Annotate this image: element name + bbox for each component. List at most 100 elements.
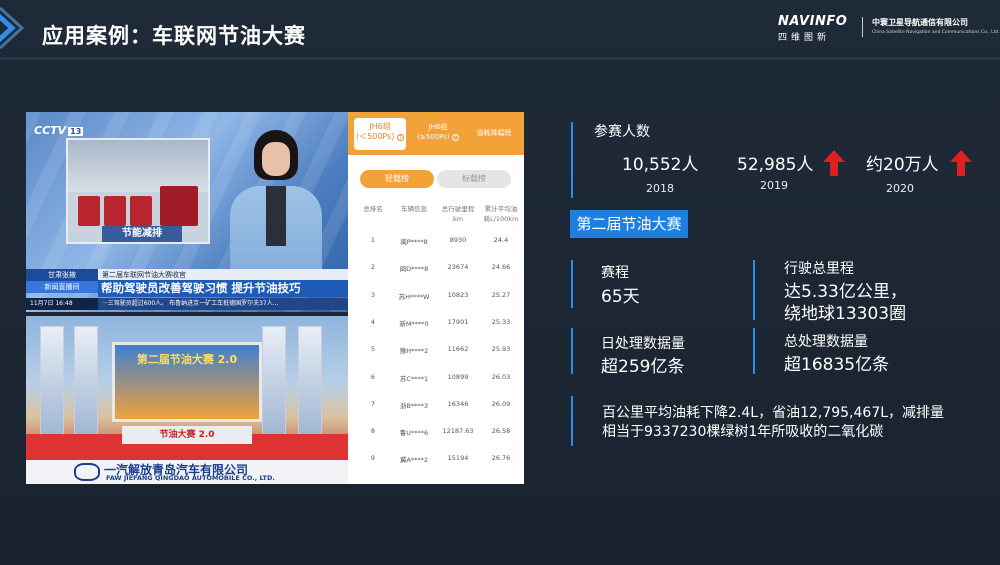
table-row: 5 豫H****2 11662 25.93 [348, 345, 524, 372]
truck-icon [130, 196, 152, 226]
duration-value: 65天 [601, 287, 640, 307]
stage-pillar [40, 326, 64, 436]
table-cell: 25.27 [491, 290, 511, 299]
company-en: China Satellite Navigation and Communica… [872, 30, 1000, 35]
logo-text: NAVINFO [778, 14, 848, 29]
table-cell: 17901 [447, 317, 469, 326]
participants-2020: 约20万人 [866, 155, 939, 175]
year-2018: 2018 [646, 182, 674, 195]
second-contest-badge: 第二届节油大赛 [570, 210, 688, 238]
board-tabs: JH6组 (＜500Ps) ? JH6组 (≥500Ps) ? 油耗降幅榜 [348, 112, 524, 155]
col-mileage: 总行驶里程 km [441, 205, 475, 223]
event-stage-image: 第二届节油大赛 2.0 节油大赛 2.0 一汽解放青岛汽车有限公司 FAW JI… [26, 316, 348, 484]
table-cell: 3 [370, 290, 376, 299]
ticker-date: 11月7日 16:48 [26, 298, 98, 310]
inset-caption: 节能减排 [102, 226, 182, 242]
year-2020: 2020 [886, 182, 914, 195]
truck-icon [104, 196, 126, 226]
table-row: 2 闽D****8 23674 24.66 [348, 263, 524, 290]
stage-pillar [298, 326, 322, 436]
col-fuel: 累计平均油 耗L/100km [483, 205, 519, 223]
table-cell: 9 [370, 454, 376, 463]
help-icon: ? [396, 134, 404, 141]
page-title: 应用案例：车联网节油大赛 [42, 24, 306, 48]
table-row: 4 新M****0 17901 25.33 [348, 318, 524, 345]
table-cell: 25.33 [491, 317, 511, 326]
table-cell: 26.03 [491, 372, 511, 381]
table-cell: 苏H****W [398, 292, 430, 301]
segment-light-load[interactable]: 轻载榜 [360, 170, 434, 188]
accent-bar [753, 328, 755, 374]
table-cell: 11662 [447, 345, 469, 354]
table-cell: 10899 [447, 372, 469, 381]
table-cell: 闽P****8 [400, 238, 428, 246]
table-cell: 10823 [447, 290, 469, 299]
tab-jh6-large[interactable]: JH6组 (≥500Ps) ? [412, 118, 464, 150]
tv-news-image: CCTV 13 节能减排 甘肃张掖 新闻直播间 第二届车联网节油大赛收官 帮助驾驶… [26, 112, 348, 312]
inset-truck-photo: 节能减排 [66, 138, 210, 244]
table-cell: 4 [370, 317, 376, 326]
table-row: 1 闽P****8 8930 24.4 [348, 236, 524, 263]
header-divider [0, 58, 1000, 59]
faw-emblem-icon [74, 463, 100, 481]
company-cn: 中寰卫星导航通信有限公司 [872, 18, 968, 27]
table-cell: 8930 [449, 236, 467, 244]
daily-data-value: 超259亿条 [601, 357, 685, 377]
table-row: 8 鲁U****6 12187.63 26.58 [348, 427, 524, 454]
ticker-scroll: ···三驾驶员超过600人。 布鲁纳进京一矿工车抵德国罗尔夫37人... [98, 298, 348, 310]
table-cell: 15194 [447, 454, 469, 463]
table-cell: 25.93 [491, 345, 511, 354]
mileage-equiv: 绕地球13303圈 [784, 304, 907, 324]
table-cell: 浙B****3 [399, 401, 429, 410]
table-cell: 7 [370, 399, 376, 408]
ticker-program: 新闻直播间 [26, 281, 98, 293]
table-cell: 豫H****2 [399, 347, 429, 356]
segment-standard-load[interactable]: 标载榜 [437, 170, 511, 188]
table-cell: 26.76 [491, 454, 511, 463]
table-row: 9 冀A****2 15194 26.76 [348, 454, 524, 481]
table-cell: 鲁U****6 [399, 429, 429, 438]
banner-en: FAW JIEFANG QINGDAO AUTOMOBILE CO., LTD. [106, 474, 275, 482]
table-cell: 6 [370, 372, 376, 381]
total-data-label: 总处理数据量 [784, 334, 868, 350]
company-name: 中寰卫星导航通信有限公司 China Satellite Navigation … [872, 17, 1000, 35]
table-cell: 8 [370, 427, 376, 436]
stage-pillar [74, 326, 98, 436]
year-2019: 2019 [760, 179, 788, 192]
logo-separator [862, 17, 863, 37]
news-anchor [224, 130, 328, 290]
table-cell: 24.4 [493, 236, 509, 244]
up-arrow-icon [950, 150, 972, 176]
savings-summary: 百公里平均油耗下降2.4L，省油12,795,467L，减排量相当于933723… [602, 405, 945, 440]
logo-cn-text: 四维图新 [778, 33, 831, 43]
mileage-label: 行驶总里程 [784, 261, 854, 277]
stage-sign: 节油大赛 2.0 [122, 426, 252, 444]
col-vehicle: 车辆信息 [401, 205, 427, 213]
table-cell: 2 [370, 263, 376, 272]
table-cell: 1 [370, 236, 376, 244]
duration-label: 赛程 [601, 265, 629, 281]
daily-data-label: 日处理数据量 [601, 336, 685, 352]
ticker-location: 甘肃张掖 [26, 269, 98, 281]
col-rank: 总排名 [363, 205, 383, 213]
truck-icon [78, 196, 100, 226]
tab-jh6-small[interactable]: JH6组 (＜500Ps) ? [354, 118, 406, 150]
table-cell: 12187.63 [442, 427, 474, 436]
truck-icon [160, 186, 198, 226]
table-cell: 26.58 [491, 427, 511, 436]
tab-fuel-drop[interactable]: 油耗降幅榜 [468, 118, 520, 150]
table-row: 3 苏H****W 10823 25.27 [348, 291, 524, 318]
table-row: 6 苏C****1 10899 26.03 [348, 373, 524, 400]
table-cell: 闽D****8 [399, 265, 429, 274]
table-cell: 新M****0 [399, 319, 429, 328]
accent-bar [571, 328, 573, 374]
help-icon: ? [451, 134, 459, 141]
accent-bar [571, 396, 573, 446]
participants-2018: 10,552人 [622, 155, 699, 175]
accent-bar [571, 260, 573, 308]
chevron-decor-icon [0, 6, 25, 50]
total-data-value: 超16835亿条 [784, 355, 890, 375]
table-cell: 5 [370, 345, 376, 354]
table-cell: 23674 [447, 263, 469, 272]
table-cell: 16346 [447, 399, 469, 408]
